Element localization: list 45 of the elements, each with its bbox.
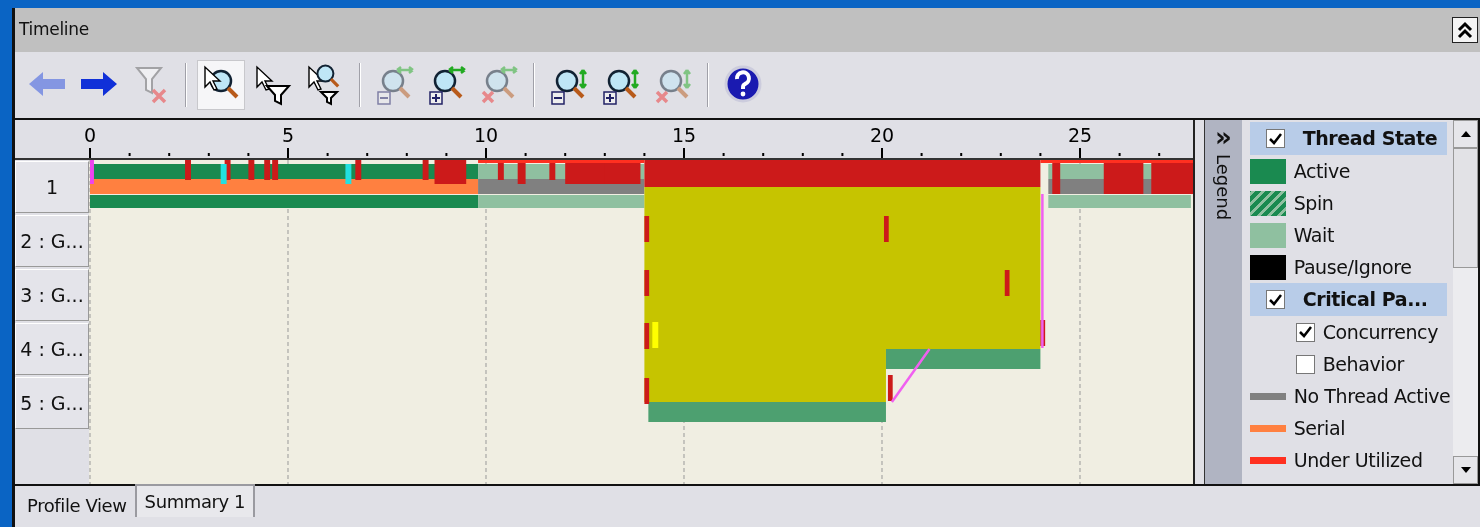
legend-label: Pause/Ignore [1293,254,1412,280]
checkbox[interactable] [1265,129,1285,148]
checkbox[interactable] [1295,354,1315,374]
axis-label: 0 [83,124,97,146]
tab[interactable]: Summary 1 [134,484,256,517]
magnifier-minus-icon [375,64,415,106]
row-header[interactable]: 4 : G... [15,323,89,375]
legend-label: No Thread Active [1293,383,1451,409]
row-header[interactable]: 3 : G... [15,269,89,321]
checkbox[interactable] [1295,322,1315,342]
legend-group-header[interactable]: Critical Pa... [1249,283,1448,316]
magnifier-plus-icon [427,64,467,106]
panel-title: Timeline [19,18,89,42]
legend-label: Behavior [1322,351,1404,377]
legend-label: Under Utilized [1293,447,1423,473]
checkbox[interactable] [1265,290,1285,309]
legend-label: Wait [1293,222,1334,248]
scroll-up-button[interactable] [1453,120,1478,148]
legend-label: Concurrency [1322,319,1438,345]
tab[interactable]: Profile View [19,490,135,521]
legend-label: Spin [1293,190,1334,216]
double-chevron-up-icon [1456,21,1474,39]
axis-label: 20 [869,124,895,146]
expand-legend-glyph[interactable]: » [1214,124,1232,150]
legend-label: Thread State [1302,126,1438,152]
cursor-filter-icon [253,64,293,106]
axis-label: 10 [473,124,499,146]
magnifier-cross-icon [479,64,519,106]
legend-group-header[interactable]: Thread State [1249,122,1448,155]
axis-label: 5 [281,124,295,146]
triangle-up-icon [1460,131,1471,137]
select-zoom-button[interactable] [197,60,245,110]
axis-label: 25 [1067,124,1093,146]
row-header[interactable]: 5 : G... [15,377,89,429]
scroll-down-button[interactable] [1453,456,1478,484]
collapse-button[interactable] [1452,17,1478,43]
row-header[interactable]: 1 [15,161,89,213]
legend-label: Critical Pa... [1302,287,1428,313]
scrollbar-thumb[interactable] [1453,148,1478,268]
triangle-down-icon [1460,467,1471,473]
legend-label: Serial [1293,415,1346,441]
legend-label: Active [1293,158,1351,184]
row-header[interactable]: 2 : G... [15,215,89,267]
legend-title: Legend [1211,154,1235,221]
axis-label: 15 [671,124,697,146]
